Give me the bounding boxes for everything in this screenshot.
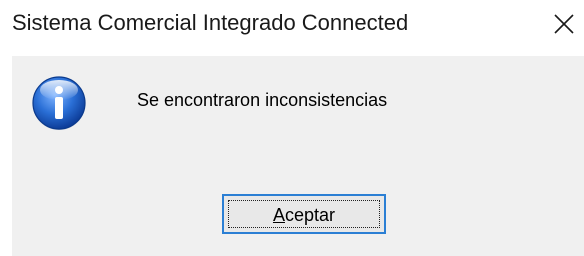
message-text: Se encontraron inconsistencias: [137, 90, 388, 110]
aceptar-label-rest: ceptar: [284, 205, 336, 225]
title-bar: Sistema Comercial Integrado Connected: [0, 0, 584, 48]
dialog-content: Se encontraron inconsistencias Aceptar: [12, 56, 584, 256]
aceptar-button-label: Aceptar: [224, 204, 384, 226]
message-dialog: Sistema Comercial Integrado Connected Se…: [0, 0, 584, 256]
window-title: Sistema Comercial Integrado Connected: [12, 10, 409, 35]
close-button[interactable]: [544, 4, 584, 44]
close-icon: [554, 14, 574, 34]
aceptar-button[interactable]: Aceptar: [222, 194, 386, 234]
info-icon: [32, 76, 86, 130]
aceptar-mnemonic: A: [272, 205, 285, 225]
